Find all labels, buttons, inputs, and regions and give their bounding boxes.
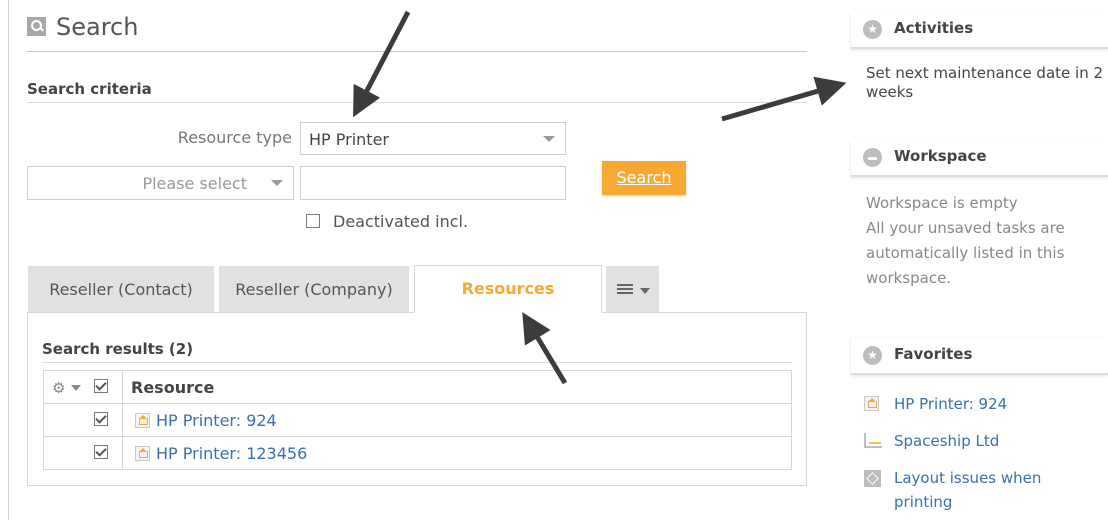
field-select[interactable]: Please select [27,166,294,200]
workspace-title: Workspace [894,147,987,165]
workspace-info-text: All your unsaved tasks are automatically… [866,219,1065,287]
workspace-text: Workspace is empty All your unsaved task… [866,191,1106,291]
resource-cell: HP Printer: 123456 [122,436,792,470]
left-border [8,0,9,520]
company-chart-icon [864,433,882,448]
favorites-header[interactable]: ★ Favorites [851,337,1108,375]
deactivated-checkbox[interactable] [306,214,320,228]
workspace-empty-text: Workspace is empty [866,194,1018,212]
row-checkbox[interactable] [94,445,108,459]
page-title: Search [56,13,139,41]
results-table: ⚙ Resource HP Printer: 924 HP Printer: 1… [43,370,792,470]
favorites-title: Favorites [894,345,973,363]
resource-link[interactable]: HP Printer: 924 [156,411,277,430]
activity-item[interactable]: Set next maintenance date in 2 weeks [866,64,1106,102]
chevron-down-icon[interactable] [71,385,81,391]
chevron-down-icon [543,136,555,142]
resource-link[interactable]: HP Printer: 123456 [156,444,307,463]
column-header-resource[interactable]: Resource [122,370,792,404]
search-input[interactable] [300,166,566,200]
minus-icon [868,157,877,160]
resource-type-label: Resource type [177,128,292,147]
resource-type-value: HP Printer [309,130,389,149]
row-select-cell [43,403,123,437]
row-select-cell [43,436,123,470]
select-all-checkbox[interactable] [94,379,108,393]
star-icon: ★ [863,346,882,365]
search-header: Search [27,13,807,52]
list-menu-icon [617,284,633,286]
resource-cell: HP Printer: 924 [122,403,792,437]
divider [42,362,792,363]
tab-resources[interactable]: Resources [414,265,602,313]
row-checkbox[interactable] [94,412,108,426]
search-results-heading: Search results (2) [42,340,194,358]
tab-reseller-company[interactable]: Reseller (Company) [219,266,409,312]
table-row: HP Printer: 123456 [43,436,792,470]
arrow-to-activities [721,76,847,122]
search-criteria-heading: Search criteria [27,80,152,98]
chevron-down-icon [271,180,283,186]
resource-icon [135,445,150,461]
chevron-down-icon [640,288,650,294]
deactivated-label: Deactivated incl. [333,212,469,231]
favorite-link[interactable]: Layout issues when printing [894,466,1084,514]
activities-title: Activities [894,19,974,37]
table-header-row: ⚙ Resource [43,370,792,404]
gear-icon[interactable]: ⚙ [52,379,65,397]
star-icon: ★ [863,20,882,39]
divider [27,102,807,103]
resource-icon [864,396,879,411]
resource-type-select[interactable]: HP Printer [300,122,566,155]
favorite-link[interactable]: Spaceship Ltd [894,429,999,453]
tab-more-menu[interactable] [606,266,659,312]
workspace-header[interactable]: Workspace [851,139,1108,177]
favorite-link[interactable]: HP Printer: 924 [894,392,1007,416]
resource-icon [135,412,150,428]
activities-header[interactable]: ★ Activities [851,11,1108,49]
search-button[interactable]: Search [602,161,686,195]
search-icon [27,17,46,36]
field-select-value: Please select [142,174,247,193]
tab-reseller-contact[interactable]: Reseller (Contact) [28,266,214,312]
table-controls: ⚙ [43,370,123,404]
table-row: HP Printer: 924 [43,403,792,437]
issue-icon [864,470,881,487]
